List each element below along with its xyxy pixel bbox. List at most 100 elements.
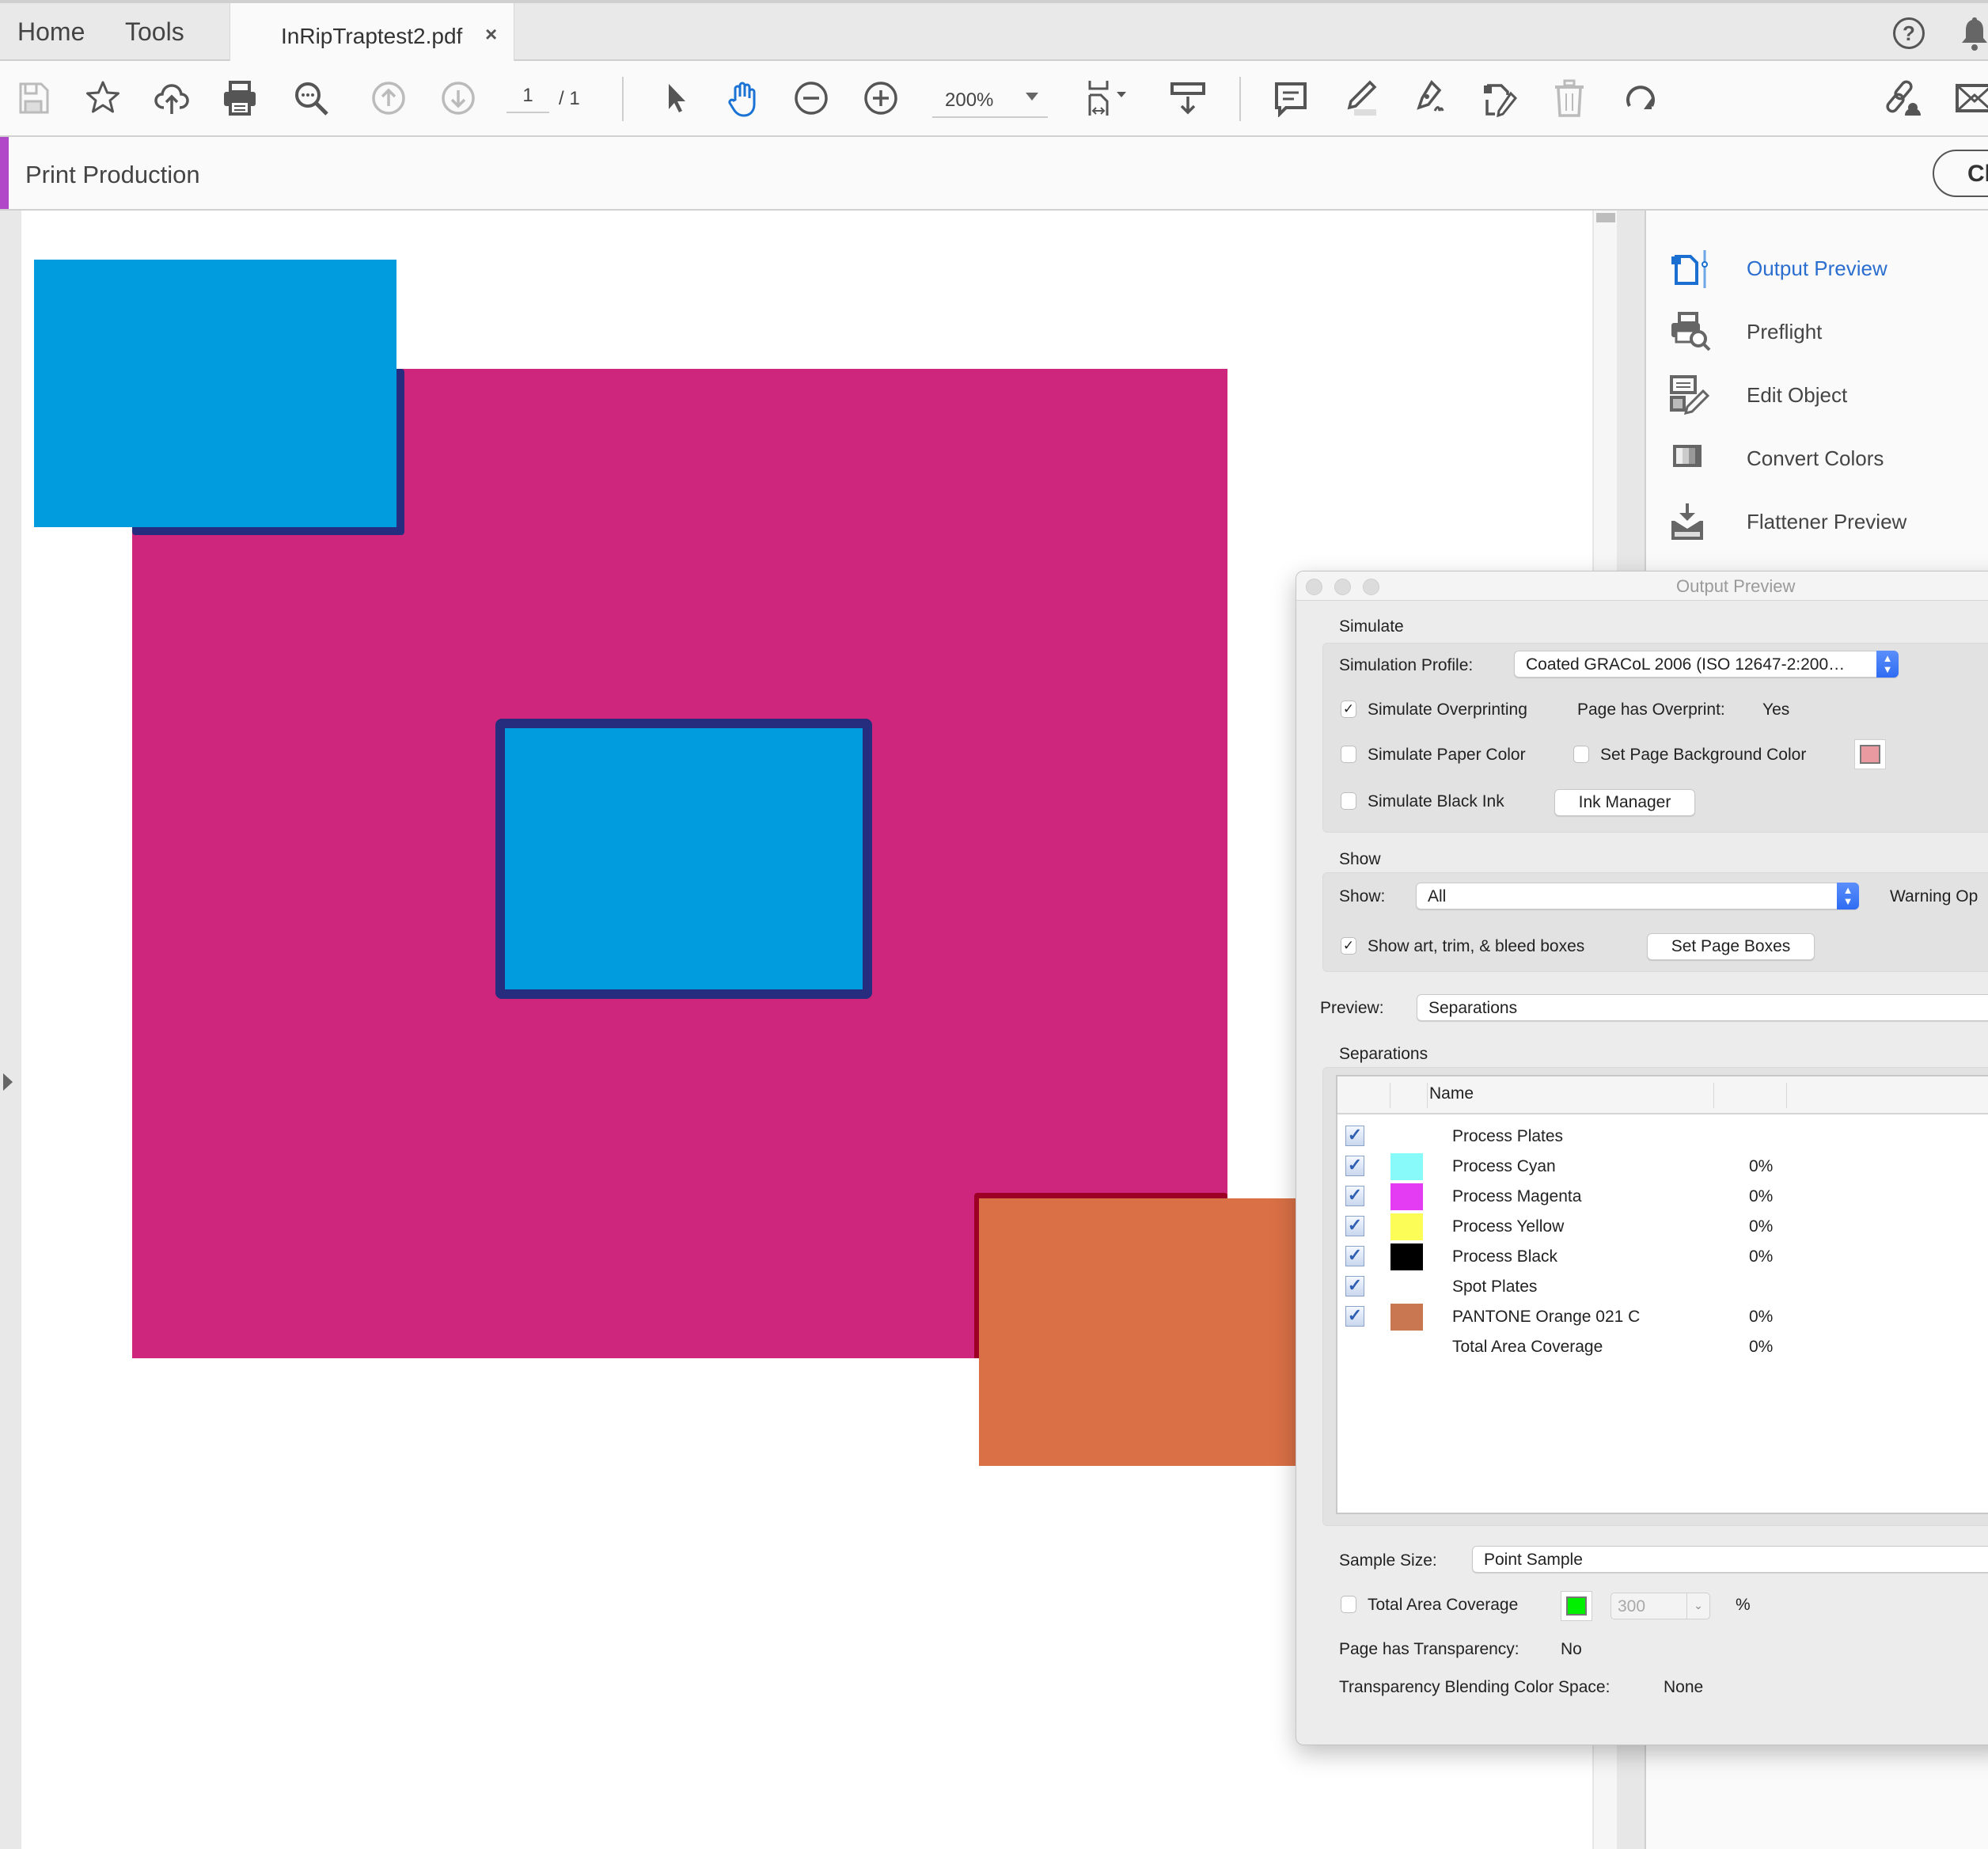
tool-label: Preflight [1747,320,1823,344]
simulate-black-ink-checkbox[interactable] [1341,792,1356,810]
tool-flattener-preview[interactable]: Flattener Preview [1670,499,1988,546]
output-preview-icon [1671,250,1708,288]
convert-colors-icon [1673,445,1702,467]
zoom-window-button[interactable] [1363,579,1379,595]
separation-row[interactable]: Total Area Coverage 0% [1337,1331,1988,1361]
tab-document[interactable]: InRipTraptest2.pdf × [230,3,514,63]
notifications-bell-icon[interactable] [1961,16,1988,52]
total-area-coverage-combo[interactable]: 300 ⌄ [1611,1593,1710,1619]
print-icon[interactable] [220,78,260,118]
upload-cloud-icon[interactable] [152,78,192,118]
transparency-blending-label: Transparency Blending Color Space: [1339,1678,1611,1696]
set-page-bg-color-checkbox[interactable] [1573,746,1589,763]
preview-select[interactable]: Separations [1417,994,1988,1021]
separation-visibility-checkbox[interactable]: ✓ [1345,1126,1364,1146]
page-has-overprint-value: Yes [1762,700,1790,719]
tool-convert-colors[interactable]: Convert Colors [1670,435,1988,483]
edit-pdf-icon[interactable] [1480,78,1519,118]
separation-visibility-checkbox[interactable]: ✓ [1345,1276,1364,1297]
tool-accent-bar [0,137,9,209]
bookmark-star-icon[interactable] [83,78,123,118]
tool-output-preview[interactable]: Output Preview [1670,245,1988,293]
cyan-rectangle-top-left [34,260,396,527]
previous-page-icon[interactable] [369,78,408,118]
scroll-mode-icon[interactable] [1168,78,1208,118]
zoom-level-dropdown[interactable]: 200% [932,85,1048,118]
zoom-out-icon[interactable] [791,78,831,118]
left-panel-rail [0,211,21,1849]
select-arrow-icon[interactable] [655,78,695,118]
separation-row[interactable]: ✓ PANTONE Orange 021 C 0% [1337,1301,1988,1331]
total-area-coverage-value: 300 [1618,1597,1646,1616]
set-page-boxes-button[interactable]: Set Page Boxes [1647,933,1815,960]
simulate-paper-color-checkbox[interactable] [1341,746,1356,763]
rotate-icon[interactable] [1619,78,1659,118]
tab-home[interactable]: Home [17,17,85,47]
separation-visibility-checkbox[interactable]: ✓ [1345,1246,1364,1266]
help-icon[interactable]: ? [1893,17,1925,49]
close-tab-icon[interactable]: × [485,22,497,47]
show-boxes-label: Show art, trim, & bleed boxes [1368,937,1585,955]
dialog-title: Output Preview [1676,576,1796,596]
sign-icon[interactable] [1410,78,1450,118]
separation-row[interactable]: ✓ Process Yellow 0% [1337,1211,1988,1241]
select-stepper-icon: ▲ ▼ [1876,651,1899,678]
close-tool-button[interactable]: Cl [1933,150,1988,197]
highlight-icon[interactable] [1341,78,1380,118]
find-icon[interactable] [291,78,331,118]
minimize-window-button[interactable] [1334,579,1351,595]
comment-icon[interactable] [1271,78,1311,118]
total-area-coverage-color-swatch[interactable] [1561,1591,1592,1621]
show-boxes-checkbox[interactable]: ✓ [1341,937,1356,955]
show-select[interactable]: All ▲ ▼ [1416,883,1859,909]
delete-icon[interactable] [1550,78,1589,118]
share-link-icon[interactable] [1882,78,1922,118]
separation-coverage: 0% [1749,1217,1774,1236]
tool-title: Print Production [25,161,200,188]
simulation-profile-select[interactable]: Coated GRACoL 2006 (ISO 12647-2:200… ▲ ▼ [1514,651,1899,678]
page-background-color-swatch[interactable] [1854,739,1886,769]
separation-visibility-checkbox[interactable]: ✓ [1345,1156,1364,1176]
separation-name: Total Area Coverage [1452,1338,1603,1356]
separation-row[interactable]: ✓ Process Black 0% [1337,1241,1988,1271]
close-window-button[interactable] [1306,579,1322,595]
expand-left-panel-icon[interactable] [3,1073,13,1091]
separation-row[interactable]: ✓ Process Cyan 0% [1337,1151,1988,1181]
color-swatch [1860,745,1880,764]
scrollbar-thumb[interactable] [1596,213,1615,222]
sample-size-select[interactable]: Point Sample [1472,1546,1988,1573]
save-icon[interactable] [13,78,53,118]
next-page-icon[interactable] [438,78,478,118]
column-header-name[interactable]: Name [1429,1084,1474,1103]
separation-name: Process Yellow [1452,1217,1565,1236]
tool-label: Edit Object [1747,383,1848,407]
email-icon[interactable] [1953,78,1988,118]
ink-manager-button[interactable]: Ink Manager [1554,789,1695,816]
separation-coverage: 0% [1749,1157,1774,1175]
page-has-overprint-label: Page has Overprint: [1577,700,1725,719]
simulate-overprinting-checkbox[interactable]: ✓ [1341,700,1356,718]
separation-row[interactable]: ✓ Spot Plates [1337,1271,1988,1301]
tool-edit-object[interactable]: Edit Object [1670,372,1988,420]
separation-name: Process Cyan [1452,1157,1556,1175]
separation-visibility-checkbox[interactable]: ✓ [1345,1216,1364,1236]
tool-label: Output Preview [1747,256,1887,280]
separation-visibility-checkbox[interactable]: ✓ [1345,1186,1364,1206]
dialog-title-bar[interactable]: Output Preview [1296,571,1988,601]
total-area-coverage-checkbox[interactable] [1341,1596,1356,1613]
tool-preflight[interactable]: Preflight [1670,309,1988,356]
separation-name: PANTONE Orange 021 C [1452,1308,1641,1326]
hand-tool-icon[interactable] [723,78,763,118]
separation-visibility-checkbox[interactable]: ✓ [1345,1306,1364,1327]
close-tool-label: Cl [1967,161,1988,187]
show-label: Show: [1339,887,1386,906]
separation-color-swatch [1390,1304,1423,1331]
zoom-in-icon[interactable] [861,78,901,118]
tab-tools[interactable]: Tools [125,17,184,47]
separation-row[interactable]: ✓ Process Plates [1337,1121,1988,1151]
fit-page-icon[interactable] [1079,78,1135,118]
separation-row[interactable]: ✓ Process Magenta 0% [1337,1181,1988,1211]
separation-name: Spot Plates [1452,1278,1538,1296]
page-number-input[interactable]: 1 [506,85,549,113]
simulation-profile-value: Coated GRACoL 2006 (ISO 12647-2:200… [1526,655,1846,674]
